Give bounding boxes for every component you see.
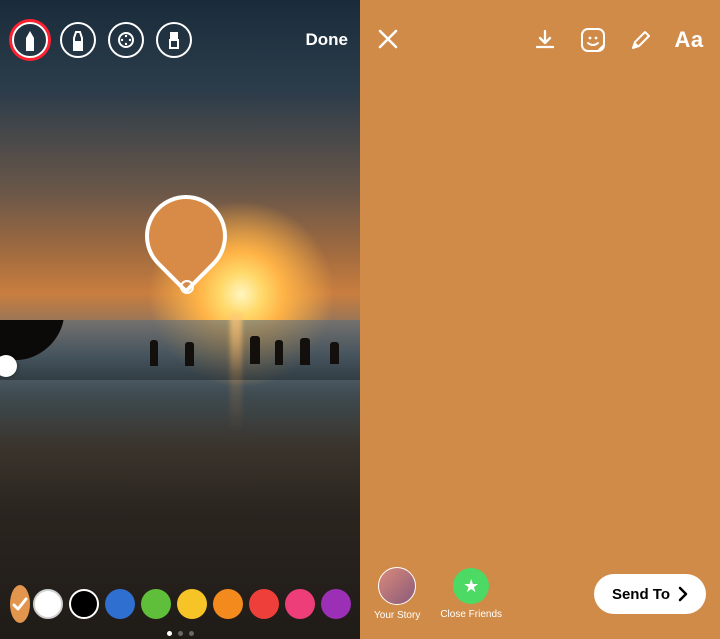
done-button[interactable]: Done — [306, 30, 349, 50]
story-solid-fill-background — [360, 0, 720, 639]
draw-toolbar: Done — [0, 18, 360, 62]
edit-toolbar: Aa — [360, 20, 720, 60]
close-friends-label: Close Friends — [440, 609, 502, 620]
your-story-avatar — [378, 567, 416, 605]
color-swatch-green[interactable] — [141, 589, 171, 619]
color-swatch-pink[interactable] — [285, 589, 315, 619]
color-swatch-orange[interactable] — [213, 589, 243, 619]
person-silhouette — [150, 340, 158, 366]
send-to-label: Send To — [612, 586, 670, 603]
person-silhouette — [330, 342, 339, 364]
person-silhouette — [275, 340, 283, 365]
story-draw-screen: Done — [0, 0, 360, 639]
color-swatch-blue[interactable] — [105, 589, 135, 619]
your-story-target[interactable]: Your Story — [374, 567, 420, 621]
chevron-right-icon — [674, 585, 692, 603]
person-silhouette — [250, 336, 260, 364]
close-friends-target[interactable]: Close Friends — [440, 568, 502, 620]
pager-dot — [178, 631, 183, 636]
download-icon — [533, 28, 557, 52]
person-silhouette — [185, 342, 194, 366]
close-button[interactable] — [376, 27, 402, 53]
eyedropper-target-dot — [180, 280, 194, 294]
check-icon — [10, 594, 30, 614]
color-swatch-yellow[interactable] — [177, 589, 207, 619]
sticker-smile-icon — [580, 27, 606, 53]
close-icon — [376, 27, 400, 51]
color-swatch-white[interactable] — [33, 589, 63, 619]
swatch-pager-dots — [0, 631, 360, 636]
eraser-tool-button[interactable] — [156, 22, 192, 58]
pen-marker-icon — [22, 29, 38, 51]
chisel-marker-icon — [70, 29, 86, 51]
draw-button[interactable] — [626, 25, 656, 55]
color-swatch-black[interactable] — [69, 589, 99, 619]
color-swatch-strip[interactable] — [0, 585, 360, 623]
send-to-button[interactable]: Send To — [594, 574, 706, 614]
pen-tool-button[interactable] — [12, 22, 48, 58]
color-swatch-red[interactable] — [249, 589, 279, 619]
sun-reflection — [230, 313, 242, 433]
neon-brush-icon — [116, 30, 136, 50]
chisel-tool-button[interactable] — [60, 22, 96, 58]
text-button[interactable]: Aa — [674, 25, 704, 55]
neon-tool-button[interactable] — [108, 22, 144, 58]
share-bar: Your Story Close Friends Send To — [360, 567, 720, 621]
pager-dot — [167, 631, 172, 636]
save-button[interactable] — [530, 25, 560, 55]
your-story-label: Your Story — [374, 610, 420, 621]
color-swatch-eyedropper[interactable] — [10, 585, 30, 623]
person-silhouette — [300, 338, 310, 365]
stickers-button[interactable] — [578, 25, 608, 55]
color-swatch-purple[interactable] — [321, 589, 351, 619]
pager-dot — [189, 631, 194, 636]
close-friends-star-icon — [453, 568, 489, 604]
eraser-icon — [167, 29, 181, 51]
story-edit-screen: Aa Your Story Close Friends Send To — [360, 0, 720, 639]
draw-pen-icon — [629, 28, 653, 52]
